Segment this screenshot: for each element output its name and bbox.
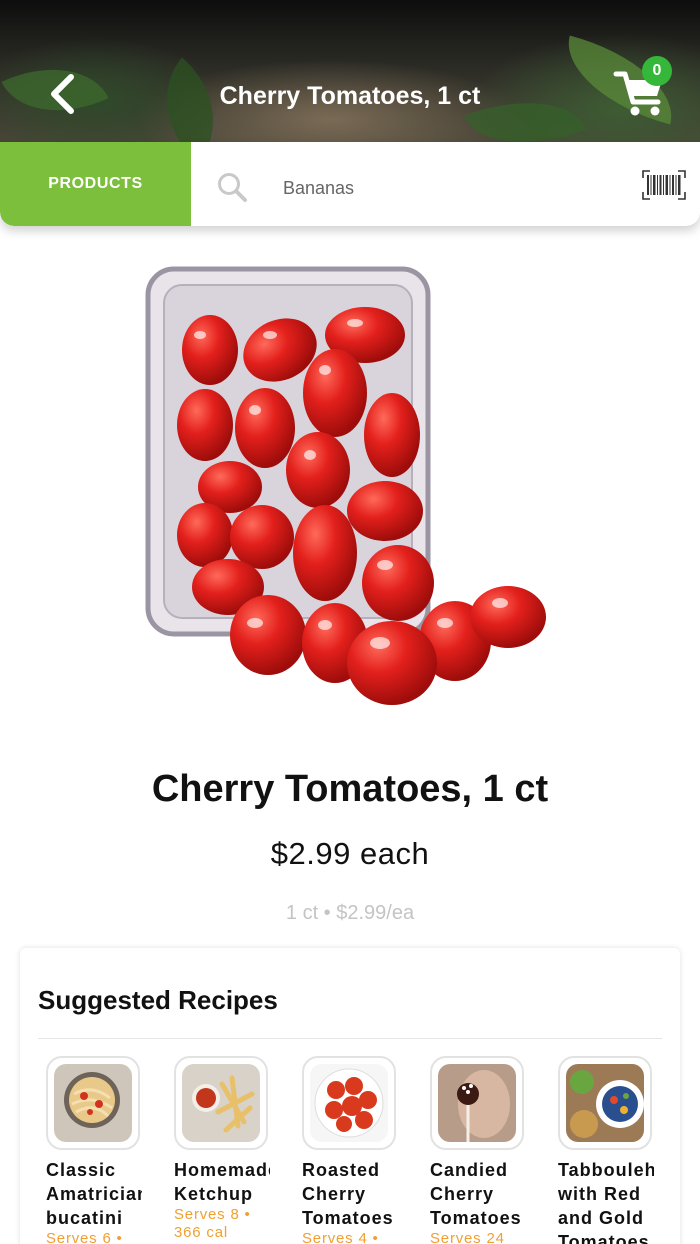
recipe-meta: Serves 4 • xyxy=(302,1230,379,1244)
recipe-thumbnail xyxy=(558,1056,652,1150)
recipe-card-ketchup[interactable]: Homemade Ketchup Serves 8 • 366 cal xyxy=(174,1056,274,1242)
search-input[interactable] xyxy=(283,176,603,200)
back-button[interactable] xyxy=(40,70,84,118)
recipe-name: Classic Amatriciana bucatini xyxy=(46,1160,142,1228)
recipe-meta: Serves 6 • xyxy=(46,1230,123,1244)
recipe-thumbnail xyxy=(174,1056,268,1150)
chevron-left-icon xyxy=(51,74,74,114)
product-unit-info: 1 ct • $2.99/ea xyxy=(285,902,415,924)
roasted-tomatoes-image xyxy=(310,1064,388,1142)
cart-count-badge: 0 xyxy=(642,56,672,86)
page-title: Cherry Tomatoes, 1 ct xyxy=(219,82,481,110)
recipe-thumbnail xyxy=(302,1056,396,1150)
recipe-card-roasted-tomatoes[interactable]: Roasted Cherry Tomatoes Serves 4 • xyxy=(302,1056,402,1244)
products-tab[interactable]: PRODUCTS xyxy=(0,142,191,226)
recipe-card-candied-tomatoes[interactable]: Candied Cherry Tomatoes Serves 24 xyxy=(430,1056,530,1244)
recipe-name: Tabbouleh with Red and Gold Tomatoes xyxy=(558,1160,654,1244)
recipe-name: Roasted Cherry Tomatoes xyxy=(302,1160,394,1228)
product-image xyxy=(145,266,546,705)
divider xyxy=(38,1038,662,1039)
recipe-card-amatriciana[interactable]: Classic Amatriciana bucatini Serves 6 • xyxy=(46,1056,146,1244)
recipe-name: Candied Cherry Tomatoes xyxy=(430,1160,522,1228)
header-banner xyxy=(0,0,700,142)
fries-ketchup-image xyxy=(182,1064,260,1142)
recipe-thumbnail xyxy=(430,1056,524,1150)
product-title: Cherry Tomatoes, 1 ct xyxy=(151,768,549,810)
tabbouleh-image xyxy=(566,1064,644,1142)
barcode-icon[interactable] xyxy=(642,170,686,200)
recipe-card-tabbouleh[interactable]: Tabbouleh with Red and Gold Tomatoes xyxy=(558,1056,658,1244)
recipe-thumbnail xyxy=(46,1056,140,1150)
product-price: $2.99 each xyxy=(270,836,430,871)
pasta-dish-image xyxy=(54,1064,132,1142)
recipes-heading: Suggested Recipes xyxy=(38,985,278,1015)
search-icon[interactable] xyxy=(216,171,248,203)
candied-tomato-image xyxy=(438,1064,516,1142)
recipe-meta: Serves 8 • 366 cal xyxy=(174,1206,251,1241)
recipe-name: Homemade Ketchup xyxy=(174,1160,270,1204)
recipe-meta: Serves 24 xyxy=(430,1230,505,1244)
